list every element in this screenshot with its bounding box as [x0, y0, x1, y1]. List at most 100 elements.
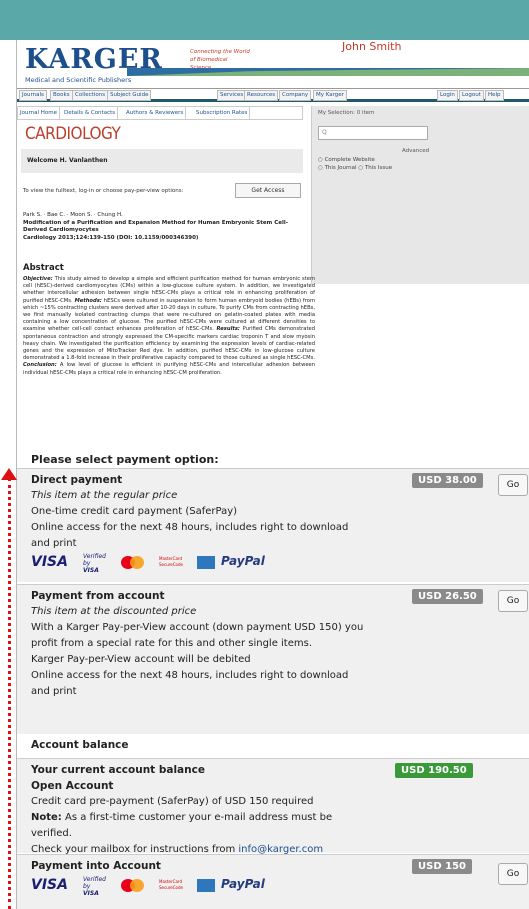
subnav-authors[interactable]: Authors & Reviewers: [124, 107, 187, 119]
balance-title: Your current account balance: [31, 764, 205, 776]
abstract-text: A low level of glucose is efficient in p…: [23, 362, 315, 376]
direct-payment-panel: Direct payment USD 38.00 Go This item at…: [17, 468, 529, 582]
citation-title: Modification of a Purification and Expan…: [23, 219, 289, 234]
account-line: Karger Pay-per-View account will be debi…: [31, 654, 251, 665]
radio-this-journal[interactable]: ○ This Journal ○ This Issue: [318, 165, 392, 171]
balance-panel: Your current account balance USD 190.50 …: [17, 758, 529, 855]
account-balance-heading: Account balance: [31, 739, 129, 751]
nav-company[interactable]: Company: [279, 90, 312, 101]
visa-logo: VISA: [31, 554, 68, 570]
search-input[interactable]: Q: [318, 126, 428, 140]
subnav-journal-home[interactable]: Journal Home: [18, 107, 61, 119]
browser-top-bar: [0, 0, 529, 40]
open-account-label: Open Account: [31, 780, 114, 792]
dotted-pointer-line: [8, 478, 11, 909]
karger-page: KARGER Medical and Scientific Publishers…: [16, 40, 529, 909]
direct-go-button[interactable]: Go: [498, 474, 528, 496]
nav-my-karger[interactable]: My Karger: [313, 90, 347, 101]
vbv-visa: VISA: [83, 890, 99, 897]
balance-amount-badge: USD 190.50: [395, 763, 473, 778]
abstract-label: Objective:: [23, 276, 53, 282]
welcome-banner: Welcome H. Vanlanthen: [21, 149, 303, 173]
amex-logo: [197, 879, 215, 892]
balance-note: Note: As a first-time customer your e-ma…: [31, 812, 332, 823]
header-stripe: [127, 68, 529, 76]
radio-label: Complete Website: [324, 157, 375, 163]
direct-line: One-time credit card payment (SaferPay): [31, 506, 238, 517]
site-header: KARGER Medical and Scientific Publishers…: [17, 40, 529, 86]
radio-label: This Journal: [324, 165, 357, 171]
abstract-heading: Abstract: [23, 263, 64, 273]
nav-help[interactable]: Help: [485, 90, 504, 101]
citation-authors: Park S. · Bae C. · Moon S. · Chung H.: [23, 212, 123, 218]
account-payment-panel: Payment from account USD 26.50 Go This i…: [17, 584, 529, 734]
sidebar: My Selection: 0 item Q Advanced ○ Comple…: [311, 106, 529, 284]
mastercard-securecode-logo: MasterCard SecureCode: [159, 556, 183, 567]
balance-line: verified.: [31, 828, 72, 839]
logo-subtitle: Medical and Scientific Publishers: [25, 76, 132, 84]
account-go-button[interactable]: Go: [498, 590, 528, 612]
main-nav: Journals Books Collections Subject Guide…: [17, 88, 529, 102]
nav-journals[interactable]: Journals: [19, 90, 47, 101]
direct-line: and print: [31, 538, 77, 549]
verified-by-visa-logo: Verified by VISA: [83, 876, 106, 897]
fulltext-prompt: To view the fulltext, log-in or choose p…: [23, 188, 184, 194]
my-selection[interactable]: My Selection: 0 item: [318, 110, 374, 116]
nav-collections[interactable]: Collections: [72, 90, 109, 101]
visa-logo: VISA: [31, 877, 68, 893]
user-name-label: John Smith: [340, 40, 404, 53]
radio-complete-website[interactable]: ○ Complete Website: [318, 157, 375, 163]
subnav-rates[interactable]: Subscription Rates: [194, 107, 251, 119]
vbv-text: Verified by: [83, 876, 106, 890]
paypal-logo: PayPal: [221, 554, 265, 568]
citation-ref: Cardiology 2013;124:139-150 (DOI: 10.115…: [23, 234, 199, 241]
abstract-body: Objective: This study aimed to develop a…: [23, 276, 315, 377]
vbv-visa: VISA: [83, 567, 99, 574]
note-label: Note:: [31, 812, 62, 823]
abstract-label: Conclusion:: [23, 362, 57, 369]
nav-books[interactable]: Books: [50, 90, 73, 101]
account-line: This item at the discounted price: [31, 606, 197, 617]
direct-line: This item at the regular price: [31, 490, 178, 501]
account-price-badge: USD 26.50: [412, 589, 483, 604]
journal-title: CARDIOLOGY: [25, 124, 121, 144]
nav-subject-guide[interactable]: Subject Guide: [107, 90, 152, 101]
direct-price-badge: USD 38.00: [412, 473, 483, 488]
account-line: and print: [31, 686, 77, 697]
account-line: With a Karger Pay-per-View account (down…: [31, 622, 364, 633]
note-text: As a first-time customer your e-mail add…: [61, 812, 333, 823]
account-line: Online access for the next 48 hours, inc…: [31, 670, 349, 681]
balance-line: Credit card pre-payment (SaferPay) of US…: [31, 796, 314, 807]
direct-title: Direct payment: [31, 474, 123, 486]
search-placeholder: Q: [322, 129, 327, 136]
into-account-panel: Payment into Account USD 150 Go VISA Ver…: [17, 854, 529, 909]
direct-line: Online access for the next 48 hours, inc…: [31, 522, 349, 533]
get-access-button[interactable]: Get Access: [235, 183, 301, 198]
abstract-label: Methods:: [74, 297, 102, 304]
into-title: Payment into Account: [31, 860, 161, 872]
amex-logo: [197, 556, 215, 569]
mastercard-securecode-logo: MasterCard SecureCode: [159, 879, 183, 890]
advanced-search-link[interactable]: Advanced: [402, 148, 429, 154]
nav-logout[interactable]: Logout: [459, 90, 484, 101]
nav-services[interactable]: Services: [217, 90, 247, 101]
into-go-button[interactable]: Go: [498, 863, 528, 885]
nav-login[interactable]: Login: [437, 90, 458, 101]
payment-heading: Please select payment option:: [31, 453, 219, 466]
vbv-text: Verified by: [83, 553, 106, 567]
journal-subnav: Journal Home Details & Contacts Authors …: [17, 106, 303, 120]
nav-resources[interactable]: Resources: [244, 90, 279, 101]
subnav-details[interactable]: Details & Contacts: [62, 107, 119, 119]
screenshot-root: KARGER Medical and Scientific Publishers…: [0, 0, 529, 909]
mastercard-logo: [121, 556, 153, 569]
radio-label: This Issue: [364, 165, 393, 171]
account-line: profit from a special rate for this and …: [31, 638, 313, 649]
verified-by-visa-logo: Verified by VISA: [83, 553, 106, 574]
paypal-logo: PayPal: [221, 877, 265, 891]
citation: Park S. · Bae C. · Moon S. · Chung H. Mo…: [23, 212, 305, 242]
mastercard-logo: [121, 879, 153, 892]
into-price-badge: USD 150: [412, 859, 472, 874]
account-title: Payment from account: [31, 590, 165, 602]
dotted-pointer-arrowhead: [1, 468, 17, 480]
abstract-label: Results:: [216, 326, 240, 333]
